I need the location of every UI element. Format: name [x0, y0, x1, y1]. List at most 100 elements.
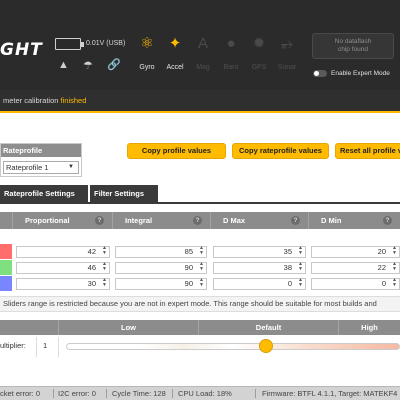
input-value: 0 [287, 279, 292, 288]
copy-rateprofile-button[interactable]: Copy rateprofile values [232, 143, 329, 159]
spinner-icon[interactable]: ▲ ▼ [392, 262, 397, 272]
spinner-icon[interactable]: ▲ ▼ [298, 278, 303, 288]
expert-mode-toggle[interactable] [313, 70, 327, 77]
spinner-icon[interactable]: ▲ ▼ [199, 278, 204, 288]
yaw-dmax-input[interactable]: 0 ▲ ▼ [213, 278, 306, 290]
divider [172, 389, 173, 398]
divider [36, 337, 37, 357]
help-icon[interactable]: ? [193, 216, 202, 225]
rateprofile-panel: Rateprofile Rateprofile 1 ▼ [0, 143, 82, 177]
spinner-icon[interactable]: ▲ ▼ [298, 246, 303, 256]
spinner-icon[interactable]: ▲ ▼ [199, 262, 204, 272]
slider-column-default: Default [198, 320, 338, 335]
roll-color-swatch [0, 244, 12, 259]
sensor-accel: ✦ Accel [161, 30, 189, 78]
column-label: D Max [223, 216, 246, 225]
sensor-baro: ● Baro [217, 30, 245, 78]
cycle-time: Cycle Time: 128 [112, 389, 166, 398]
spinner-icon[interactable]: ▲ ▼ [102, 278, 107, 288]
roll-proportional-input[interactable]: 42 ▲ ▼ [16, 246, 110, 258]
help-icon[interactable]: ? [291, 216, 300, 225]
pitch-dmax-input[interactable]: 38 ▲ ▼ [213, 262, 306, 274]
sensor-gyro: ⚛ Gyro [133, 30, 161, 78]
yaw-integral-input[interactable]: 90 ▲ ▼ [115, 278, 207, 290]
input-value: 90 [184, 263, 193, 272]
divider [255, 389, 256, 398]
input-value: 42 [87, 247, 96, 256]
slider-column-low: Low [58, 320, 198, 335]
sensor-status-bar: ⚛ Gyro ✦ Accel A Mag ● Baro ✹ GPS ⥵ Sona… [129, 30, 309, 78]
pitch-dmin-input[interactable]: 22 ▲ ▼ [311, 262, 400, 274]
tab-bar: Rateprofile Settings Filter Settings [0, 185, 400, 204]
i2c-error: I2C error: 0 [58, 389, 96, 398]
status-state: finished [60, 96, 87, 105]
input-value: 20 [377, 247, 386, 256]
chevron-down-icon: ▼ [68, 164, 74, 170]
roll-integral-input[interactable]: 85 ▲ ▼ [115, 246, 207, 258]
yaw-color-swatch [0, 276, 12, 291]
pitch-integral-input[interactable]: 90 ▲ ▼ [115, 262, 207, 274]
pitch-proportional-input[interactable]: 46 ▲ ▼ [16, 262, 110, 274]
input-value: 35 [283, 247, 292, 256]
help-icon[interactable]: ? [383, 216, 392, 225]
spinner-icon[interactable]: ▲ ▼ [392, 278, 397, 288]
spinner-icon[interactable]: ▲ ▼ [199, 246, 204, 256]
gps-icon: ✹ [252, 35, 266, 52]
sensor-label: Baro [223, 64, 239, 71]
multiplier-slider-track[interactable] [66, 343, 400, 350]
dataflash-line-1: No dataflash [334, 38, 372, 45]
sensor-label: Accel [166, 64, 184, 71]
packet-error: cket error: 0 [0, 389, 41, 398]
slider-column-high: High [338, 320, 400, 335]
status-footer: cket error: 0 I2C error: 0 Cycle Time: 1… [0, 386, 400, 400]
tab-filter-settings[interactable]: Filter Settings [90, 185, 158, 202]
input-value: 85 [184, 247, 193, 256]
expert-mode-note: Sliders range is restricted because you … [0, 296, 400, 312]
dataflash-line-2: chip found [338, 46, 368, 53]
rateprofile-title: Rateprofile [1, 144, 81, 157]
firmware-info: Firmware: BTFL 4.1.1, Target: MATEKF4 [262, 389, 398, 398]
reset-all-profile-button[interactable]: Reset all profile values [335, 143, 400, 159]
column-d-max: D Max ? [210, 212, 308, 229]
spinner-icon[interactable]: ▲ ▼ [298, 262, 303, 272]
input-value: 22 [377, 263, 386, 272]
spinner-icon[interactable]: ▲ ▼ [102, 246, 107, 256]
multiplier-value: 1 [43, 341, 48, 350]
sensor-sonar: ⥵ Sonar [273, 30, 301, 78]
copy-profile-button[interactable]: Copy profile values [127, 143, 226, 159]
parachute-icon: ☂ [83, 60, 93, 72]
input-value: 38 [283, 263, 292, 272]
rateprofile-select[interactable]: Rateprofile 1 ▼ [3, 161, 79, 174]
sensor-label: GPS [251, 64, 267, 71]
pid-row-roll: 42 ▲ ▼ 85 ▲ ▼ 35 ▲ ▼ 20 ▲ ▼ [0, 244, 400, 259]
yaw-dmin-input[interactable]: 0 ▲ ▼ [311, 278, 400, 290]
column-d-min: D Min ? [308, 212, 400, 229]
slider-table-header: Low Default High [0, 320, 400, 335]
multiplier-slider-thumb[interactable] [259, 339, 274, 353]
pid-row-yaw: 30 ▲ ▼ 90 ▲ ▼ 0 ▲ ▼ 0 ▲ ▼ [0, 276, 400, 291]
help-icon[interactable]: ? [95, 216, 104, 225]
sensor-mag: A Mag [189, 30, 217, 78]
spinner-icon[interactable]: ▲ ▼ [392, 246, 397, 256]
column-label: Proportional [25, 216, 70, 225]
divider [53, 389, 54, 398]
yaw-proportional-input[interactable]: 30 ▲ ▼ [16, 278, 110, 290]
pid-table-header: Proportional ? Integral ? D Max ? D Min … [0, 212, 400, 229]
input-value: 0 [381, 279, 386, 288]
accel-icon: ✦ [168, 35, 182, 52]
tab-rateprofile-settings[interactable]: Rateprofile Settings [0, 185, 88, 202]
warning-icon: ▲ [58, 59, 69, 71]
dataflash-status: No dataflash chip found [312, 33, 394, 59]
pid-row-pitch: 46 ▲ ▼ 90 ▲ ▼ 38 ▲ ▼ 22 ▲ ▼ [0, 260, 400, 275]
divider [106, 389, 107, 398]
roll-dmax-input[interactable]: 35 ▲ ▼ [213, 246, 306, 258]
sensor-gps: ✹ GPS [245, 30, 273, 78]
spinner-icon[interactable]: ▲ ▼ [102, 262, 107, 272]
rateprofile-selected: Rateprofile 1 [6, 163, 49, 172]
baro-icon: ● [226, 35, 236, 52]
column-label: D Min [321, 216, 342, 225]
pitch-color-swatch [0, 260, 12, 275]
input-value: 30 [87, 279, 96, 288]
roll-dmin-input[interactable]: 20 ▲ ▼ [311, 246, 400, 258]
battery-voltage: 0.01V (USB) [86, 40, 126, 47]
